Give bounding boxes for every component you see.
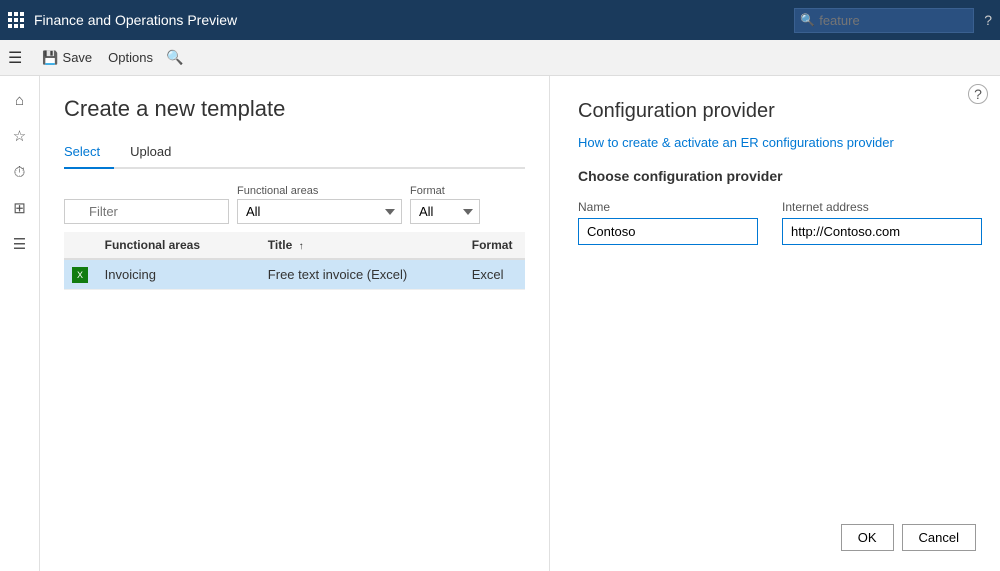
row-format: Excel <box>464 259 525 290</box>
options-label: Options <box>108 50 153 65</box>
filter-input[interactable] <box>64 199 229 224</box>
name-field: Name <box>578 200 758 245</box>
col-header-icon <box>64 232 97 259</box>
hamburger-icon[interactable]: ☰ <box>8 48 22 68</box>
app-grid-icon[interactable] <box>8 12 24 28</box>
save-button[interactable]: 💾 Save <box>34 46 100 70</box>
name-input[interactable] <box>578 218 758 245</box>
sidebar-item-home[interactable]: ⌂ <box>2 84 38 116</box>
right-panel: ? Configuration provider How to create &… <box>550 76 1000 571</box>
sidebar-item-modules[interactable]: ⊞ <box>2 192 38 224</box>
filter-wrap: 🔍 <box>64 199 229 224</box>
top-bar: Finance and Operations Preview 🔍 ? <box>0 0 1000 40</box>
row-functional-areas: Invoicing <box>97 259 260 290</box>
col-header-functional-areas[interactable]: Functional areas <box>97 232 260 259</box>
bottom-bar: OK Cancel <box>841 524 976 551</box>
sidebar-item-recent[interactable]: ⏱ <box>2 156 38 188</box>
internet-address-input[interactable] <box>782 218 982 245</box>
ok-button[interactable]: OK <box>841 524 894 551</box>
format-col: Format All <box>410 185 480 224</box>
row-title: Free text invoice (Excel) <box>260 259 464 290</box>
internet-address-field: Internet address <box>782 200 982 245</box>
row-icon-cell: X <box>64 259 97 290</box>
tab-upload[interactable]: Upload <box>130 138 185 169</box>
cancel-button[interactable]: Cancel <box>902 524 976 551</box>
toolbar-search-button[interactable]: 🔍 <box>165 48 185 68</box>
col-header-title[interactable]: Title ↑ <box>260 232 464 259</box>
filter-col: 🔍 <box>64 199 229 224</box>
top-search-icon: 🔍 <box>800 13 815 27</box>
left-panel: Create a new template Select Upload 🔍 Fu… <box>40 76 550 571</box>
sidebar-item-favorites[interactable]: ☆ <box>2 120 38 152</box>
functional-areas-col: Functional areas All <box>237 185 402 224</box>
sidebar: ⌂ ☆ ⏱ ⊞ ☰ <box>0 76 40 571</box>
filter-row: 🔍 Functional areas All Format All <box>64 185 525 224</box>
sidebar-item-list[interactable]: ☰ <box>2 228 38 260</box>
save-icon: 💾 <box>42 50 58 66</box>
config-form-row: Name Internet address <box>578 200 972 245</box>
functional-areas-label: Functional areas <box>237 185 402 197</box>
functional-areas-select[interactable]: All <box>237 199 402 224</box>
internet-address-label: Internet address <box>782 200 982 214</box>
format-select[interactable]: All <box>410 199 480 224</box>
table-row[interactable]: X Invoicing Free text invoice (Excel) Ex… <box>64 259 525 290</box>
options-button[interactable]: Options <box>100 46 161 69</box>
table-header-row: Functional areas Title ↑ Format <box>64 232 525 259</box>
content-area: Create a new template Select Upload 🔍 Fu… <box>40 76 1000 571</box>
main-layout: ⌂ ☆ ⏱ ⊞ ☰ Create a new template Select U… <box>0 76 1000 571</box>
excel-icon: X <box>72 267 88 283</box>
toolbar: ☰ 💾 Save Options 🔍 <box>0 40 1000 76</box>
save-label: Save <box>63 50 93 65</box>
templates-table: Functional areas Title ↑ Format <box>64 232 525 290</box>
top-search-input[interactable] <box>794 8 974 33</box>
name-label: Name <box>578 200 758 214</box>
help-icon[interactable]: ? <box>968 84 988 104</box>
tab-select[interactable]: Select <box>64 138 114 169</box>
config-title: Configuration provider <box>578 100 972 123</box>
page-title: Create a new template <box>64 96 525 122</box>
tabs: Select Upload <box>64 138 525 169</box>
format-label: Format <box>410 185 480 197</box>
col-header-format[interactable]: Format <box>464 232 525 259</box>
config-subtitle: Choose configuration provider <box>578 168 972 184</box>
sort-arrow-title: ↑ <box>299 241 304 252</box>
top-search-wrap: 🔍 <box>794 8 974 33</box>
config-link[interactable]: How to create & activate an ER configura… <box>578 135 972 150</box>
help-button-top[interactable]: ? <box>984 12 992 28</box>
app-title: Finance and Operations Preview <box>34 12 794 28</box>
